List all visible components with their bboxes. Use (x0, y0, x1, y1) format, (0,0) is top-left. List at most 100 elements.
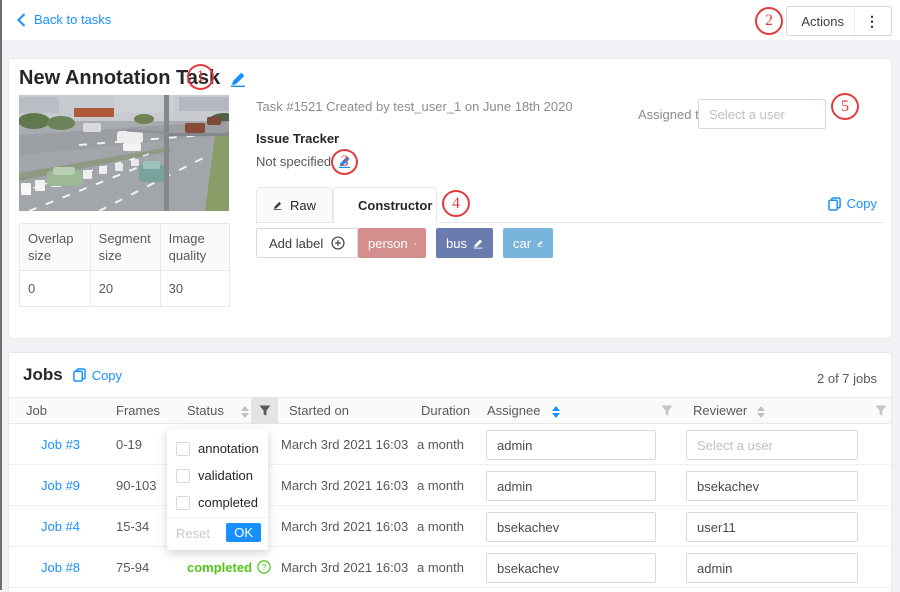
actions-label: Actions (801, 14, 844, 29)
assigned-to-label: Assigned to (638, 107, 706, 122)
label-chip-car[interactable]: car (503, 228, 553, 258)
job-duration: a month (417, 519, 464, 534)
jobs-table-header: Job Frames Status Started on Duration As… (9, 397, 891, 424)
job-frames: 0-19 (116, 437, 142, 452)
reviewer-input[interactable] (686, 553, 858, 583)
job-started: March 3rd 2021 16:03 (281, 437, 408, 452)
col-reviewer: Reviewer (693, 398, 747, 424)
annotation-number: 5 (841, 98, 849, 116)
reviewer-sorter[interactable] (757, 406, 765, 418)
assignee-input[interactable] (486, 430, 656, 460)
param-value-quality: 30 (160, 271, 229, 307)
label-chip-person[interactable]: person (358, 228, 426, 258)
job-started: March 3rd 2021 16:03 (281, 519, 408, 534)
assigned-to-select[interactable] (698, 99, 826, 129)
job-row: Job #9 90-103 March 3rd 2021 16:03 a mon… (9, 465, 891, 506)
job-row: Job #8 75-94 completed ? March 3rd 2021 … (9, 547, 891, 588)
edit-label-icon[interactable] (537, 238, 543, 249)
job-frames: 75-94 (116, 560, 149, 575)
pencil-icon (273, 199, 282, 212)
annotation-number: 4 (452, 195, 460, 213)
label-chip-bus-name: bus (446, 236, 467, 251)
job-started: March 3rd 2021 16:03 (281, 478, 408, 493)
edit-label-icon[interactable] (473, 238, 483, 249)
filter-option-validation[interactable]: validation (176, 468, 253, 483)
job-duration: a month (417, 478, 464, 493)
button-divider (854, 7, 855, 35)
filter-option-label: completed (198, 495, 258, 510)
filter-reset-button[interactable]: Reset (176, 526, 210, 541)
col-frames: Frames (116, 398, 160, 424)
job-link[interactable]: Job #4 (41, 519, 80, 534)
job-link[interactable]: Job #3 (41, 437, 80, 452)
annotation-circle-3: 3 (331, 149, 358, 175)
param-header-segment: Segment size (90, 224, 160, 271)
reviewer-filter-icon[interactable] (875, 405, 887, 417)
filter-option-label: annotation (198, 441, 259, 456)
labels-copy-button[interactable]: Copy (828, 196, 877, 211)
status-filter-cell[interactable] (251, 398, 278, 424)
tab-raw-label: Raw (290, 198, 316, 213)
edit-title-icon[interactable] (230, 71, 246, 87)
svg-text:?: ? (262, 563, 267, 572)
plus-circle-icon (331, 236, 345, 250)
filter-option-completed[interactable]: completed (176, 495, 258, 510)
chevron-left-icon (17, 13, 26, 27)
reviewer-input[interactable] (686, 471, 858, 501)
task-meta-text: Task #1521 Created by test_user_1 on Jun… (256, 99, 573, 114)
copy-icon (73, 368, 86, 382)
label-chip-car-name: car (513, 236, 531, 251)
job-frames: 15-34 (116, 519, 149, 534)
param-header-overlap: Overlap size (20, 224, 91, 271)
filter-option-annotation[interactable]: annotation (176, 441, 259, 456)
kebab-menu-icon: ⋮ (865, 13, 891, 30)
assignee-input[interactable] (486, 512, 656, 542)
assignee-input[interactable] (486, 471, 656, 501)
reviewer-input[interactable] (686, 430, 858, 460)
job-frames: 90-103 (116, 478, 156, 493)
filter-option-label: validation (198, 468, 253, 483)
status-filter-dropdown: annotation validation completed Reset OK (167, 429, 268, 550)
jobs-count: 2 of 7 jobs (817, 371, 877, 386)
col-status: Status (187, 398, 224, 424)
annotation-circle-5: 5 (831, 93, 859, 120)
status-question-circle-icon[interactable]: ? (257, 560, 271, 574)
col-started: Started on (289, 398, 349, 424)
issue-tracker-label: Issue Tracker (256, 131, 339, 146)
job-link[interactable]: Job #8 (41, 560, 80, 575)
jobs-copy-button[interactable]: Copy (73, 368, 122, 383)
edit-label-icon[interactable] (414, 238, 416, 249)
param-value-overlap: 0 (20, 271, 91, 307)
street-scene-image (19, 95, 229, 211)
param-header-quality: Image quality (160, 224, 229, 271)
add-label-text: Add label (269, 236, 323, 251)
annotation-number: 3 (341, 153, 349, 171)
cvat-task-page: { "topbar": { "back": "Back to tasks", "… (0, 0, 900, 590)
checkbox[interactable] (176, 469, 190, 483)
checkbox[interactable] (176, 442, 190, 456)
job-row: Job #4 15-34 March 3rd 2021 16:03 a mont… (9, 506, 891, 547)
assignee-filter-icon[interactable] (661, 405, 673, 417)
add-label-button[interactable]: Add label (256, 228, 358, 258)
back-to-tasks-link[interactable]: Back to tasks (17, 12, 111, 27)
checkbox[interactable] (176, 496, 190, 510)
job-duration: a month (417, 437, 464, 452)
param-value-segment: 20 (90, 271, 160, 307)
tab-constructor[interactable]: Constructor (333, 187, 437, 223)
reviewer-input[interactable] (686, 512, 858, 542)
tab-constructor-label: Constructor (358, 198, 432, 213)
assignee-sorter[interactable] (552, 406, 560, 418)
filter-ok-button[interactable]: OK (226, 523, 261, 542)
col-assignee: Assignee (487, 398, 540, 424)
job-link[interactable]: Job #9 (41, 478, 80, 493)
assignee-input[interactable] (486, 553, 656, 583)
status-sorter[interactable] (241, 406, 249, 418)
filter-dropdown-footer: Reset OK (167, 517, 268, 550)
tab-raw[interactable]: Raw (256, 187, 333, 223)
label-chip-bus[interactable]: bus (436, 228, 493, 258)
annotation-circle-2: 2 (755, 7, 783, 35)
actions-button[interactable]: Actions ⋮ (786, 6, 892, 36)
job-status: completed (187, 560, 252, 575)
filter-funnel-icon[interactable] (259, 405, 271, 417)
jobs-title: Jobs (23, 365, 63, 385)
